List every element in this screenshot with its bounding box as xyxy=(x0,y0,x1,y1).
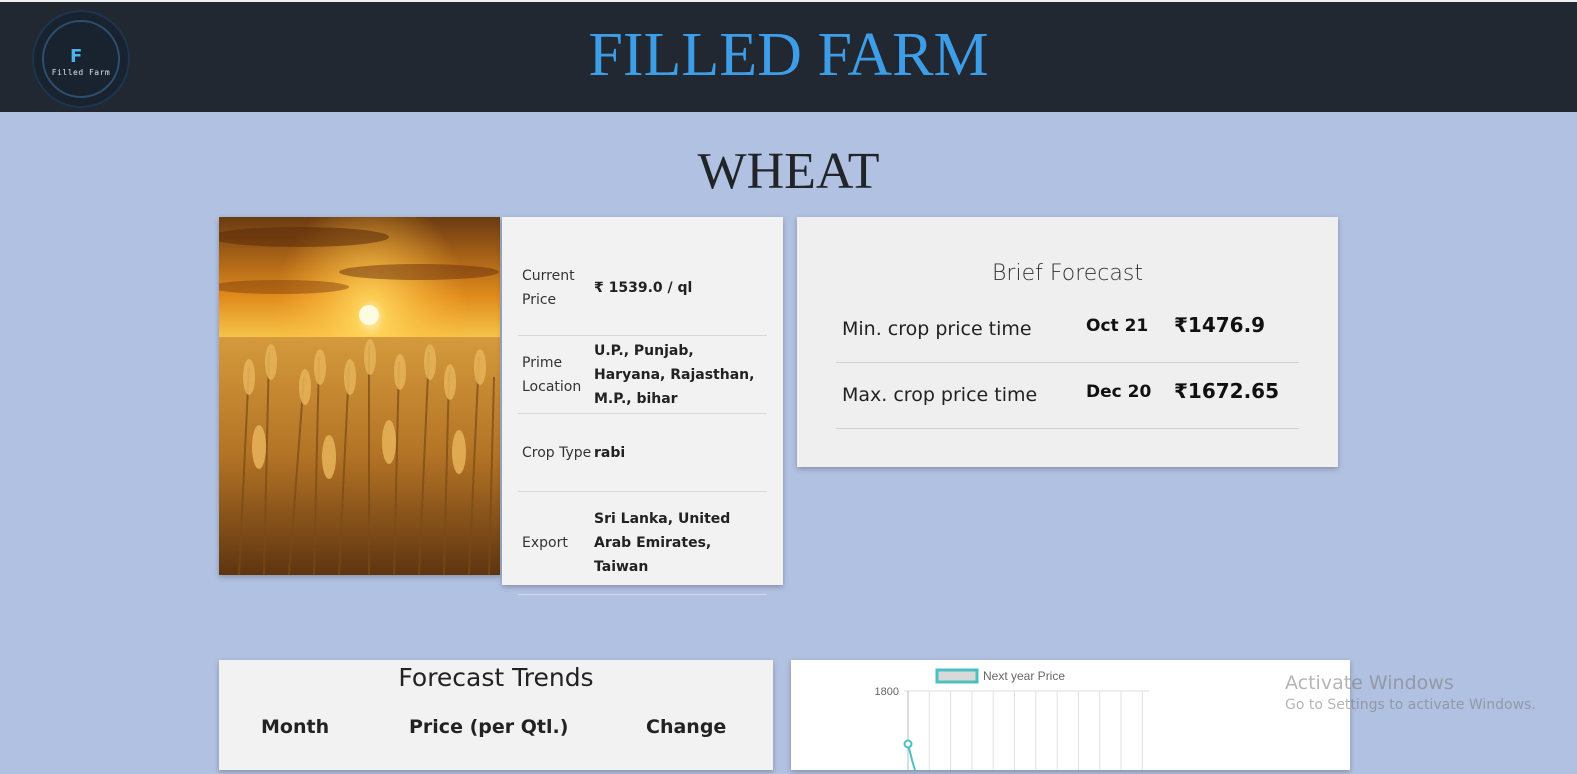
info-label: Export xyxy=(522,535,568,551)
legend-swatch xyxy=(935,668,979,684)
info-value: rabi xyxy=(594,444,626,461)
forecast-date: Dec 20 xyxy=(1086,382,1152,402)
crop-image xyxy=(219,217,500,575)
info-row-current-price: Current Price ₹ 1539.0 / ql xyxy=(518,241,767,336)
brand-title[interactable]: FILLED FARM xyxy=(0,22,1577,88)
forecast-price: ₹1476.9 xyxy=(1174,313,1266,337)
info-label: Prime Location xyxy=(522,354,582,395)
crop-info-card: Current Price ₹ 1539.0 / ql Prime Locati… xyxy=(502,217,783,595)
windows-watermark-subtitle: Go to Settings to activate Windows. xyxy=(1285,697,1536,713)
forecast-label: Min. crop price time xyxy=(842,318,1032,340)
info-value: U.P., Punjab, Haryana, Rajasthan, M.P., … xyxy=(594,342,755,407)
forecast-row-max: Max. crop price time Dec 20 ₹1672.65 xyxy=(836,362,1299,429)
column-header-price: Price (per Qtl.) xyxy=(409,716,569,738)
forecast-date: Oct 21 xyxy=(1086,316,1149,336)
info-label: Crop Type xyxy=(522,444,592,461)
page-title: WHEAT xyxy=(697,143,880,200)
info-row-prime-location: Prime Location U.P., Punjab, Haryana, Ra… xyxy=(518,336,767,414)
forecast-row-min: Min. crop price time Oct 21 ₹1476.9 xyxy=(836,296,1299,363)
column-header-change: Change xyxy=(646,716,727,738)
column-header-month: Month xyxy=(261,716,330,738)
brief-forecast-title: Brief Forecast xyxy=(992,261,1143,286)
forecast-price: ₹1672.65 xyxy=(1174,379,1280,403)
info-value: ₹ 1539.0 / ql xyxy=(594,280,693,296)
y-tick-label: 1800 xyxy=(875,686,899,698)
price-chart: Next year Price 1800 xyxy=(875,668,1149,771)
brief-forecast-card: Brief Forecast Min. crop price time Oct … xyxy=(797,217,1338,467)
info-row-crop-type: Crop Type rabi xyxy=(518,414,767,492)
info-label: Current Price xyxy=(522,268,575,308)
info-value: Sri Lanka, United Arab Emirates, Taiwan xyxy=(594,511,731,575)
data-point xyxy=(903,739,913,749)
forecast-trends-title: Forecast Trends xyxy=(398,663,594,692)
windows-watermark-title: Activate Windows xyxy=(1285,672,1454,694)
forecast-trends-card: Forecast Trends Month Price (per Qtl.) C… xyxy=(219,660,773,770)
info-row-export: Export Sri Lanka, United Arab Emirates, … xyxy=(518,492,767,595)
wheat-field-image xyxy=(219,217,500,575)
navbar: F Filled Farm FILLED FARM xyxy=(0,0,1577,112)
legend-label: Next year Price xyxy=(983,669,1065,683)
price-chart-card: Next year Price 1800 xyxy=(791,660,1350,771)
forecast-label: Max. crop price time xyxy=(842,384,1038,406)
